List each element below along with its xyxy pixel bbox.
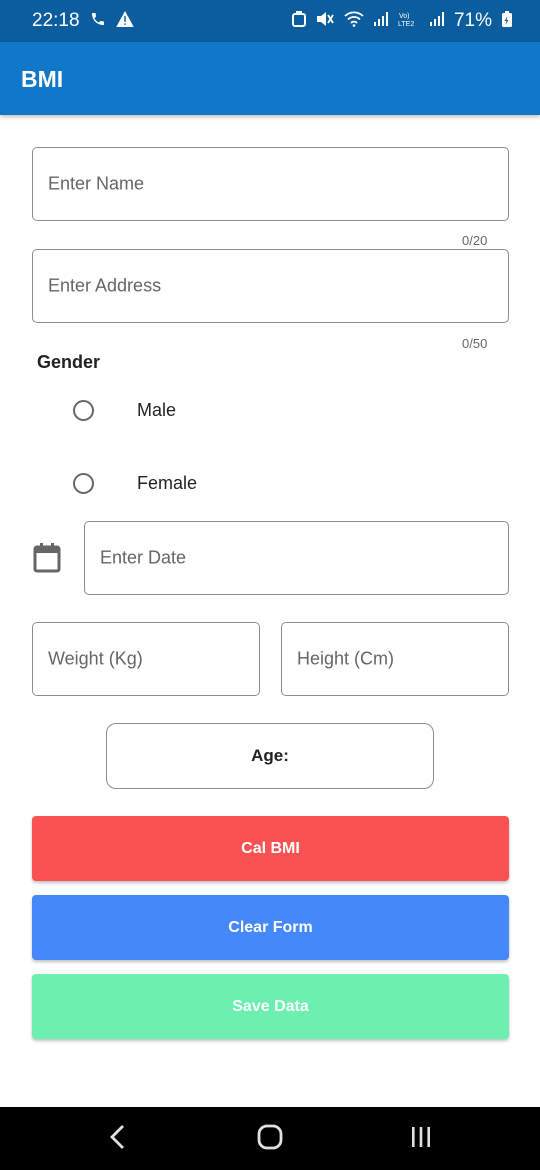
wifi-icon bbox=[344, 11, 364, 31]
address-placeholder: Enter Address bbox=[48, 275, 162, 296]
status-time: 22:18 bbox=[32, 10, 80, 31]
save-data-button[interactable]: Save Data bbox=[32, 974, 509, 1039]
female-label[interactable]: Female bbox=[137, 473, 197, 494]
status-bar: 22:18 Vo) LTE2 71% bbox=[0, 0, 540, 42]
battery-percent: 71% bbox=[453, 10, 492, 31]
date-placeholder: Enter Date bbox=[100, 547, 187, 568]
clear-form-button[interactable]: Clear Form bbox=[32, 895, 509, 960]
calendar-icon[interactable] bbox=[33, 543, 61, 573]
app-bar: BMI bbox=[0, 42, 540, 115]
back-icon[interactable] bbox=[108, 1124, 128, 1155]
clear-form-label: Clear Form bbox=[228, 918, 313, 936]
mute-icon bbox=[316, 11, 334, 31]
battery-icon bbox=[502, 11, 512, 31]
home-icon[interactable] bbox=[257, 1124, 283, 1155]
age-label: Age: bbox=[251, 746, 289, 765]
volte-icon: Vo) LTE2 bbox=[398, 11, 420, 31]
name-placeholder: Enter Name bbox=[48, 173, 145, 194]
svg-text:Vo): Vo) bbox=[399, 13, 410, 20]
weight-placeholder: Weight (Kg) bbox=[48, 648, 143, 669]
height-placeholder: Height (Cm) bbox=[297, 648, 395, 669]
address-counter: 0/50 bbox=[462, 336, 488, 351]
male-radio[interactable] bbox=[73, 400, 94, 421]
weight-input[interactable]: Weight (Kg) bbox=[32, 622, 260, 696]
status-right: Vo) LTE2 71% bbox=[291, 10, 512, 32]
warning-icon bbox=[115, 11, 134, 31]
recent-apps-icon[interactable] bbox=[410, 1124, 432, 1155]
signal-icon bbox=[373, 12, 388, 30]
date-input[interactable]: Enter Date bbox=[84, 521, 509, 595]
name-counter: 0/20 bbox=[462, 233, 488, 248]
signal-icon bbox=[429, 12, 444, 30]
height-input[interactable]: Height (Cm) bbox=[281, 622, 509, 696]
name-input[interactable]: Enter Name bbox=[32, 147, 509, 221]
female-radio[interactable] bbox=[73, 473, 94, 494]
gender-label: Gender bbox=[37, 352, 101, 372]
calc-bmi-label: Cal BMI bbox=[241, 839, 300, 857]
phone-icon bbox=[90, 11, 106, 31]
male-label[interactable]: Male bbox=[137, 400, 176, 421]
save-data-label: Save Data bbox=[232, 997, 309, 1015]
nav-bar bbox=[0, 1107, 540, 1170]
app-title: BMI bbox=[21, 66, 64, 92]
age-display: Age: bbox=[106, 723, 434, 789]
address-input[interactable]: Enter Address bbox=[32, 249, 509, 323]
calc-bmi-button[interactable]: Cal BMI bbox=[32, 816, 509, 881]
status-left: 22:18 bbox=[32, 10, 134, 32]
svg-text:LTE2: LTE2 bbox=[398, 21, 414, 27]
notification-icon bbox=[291, 11, 306, 31]
